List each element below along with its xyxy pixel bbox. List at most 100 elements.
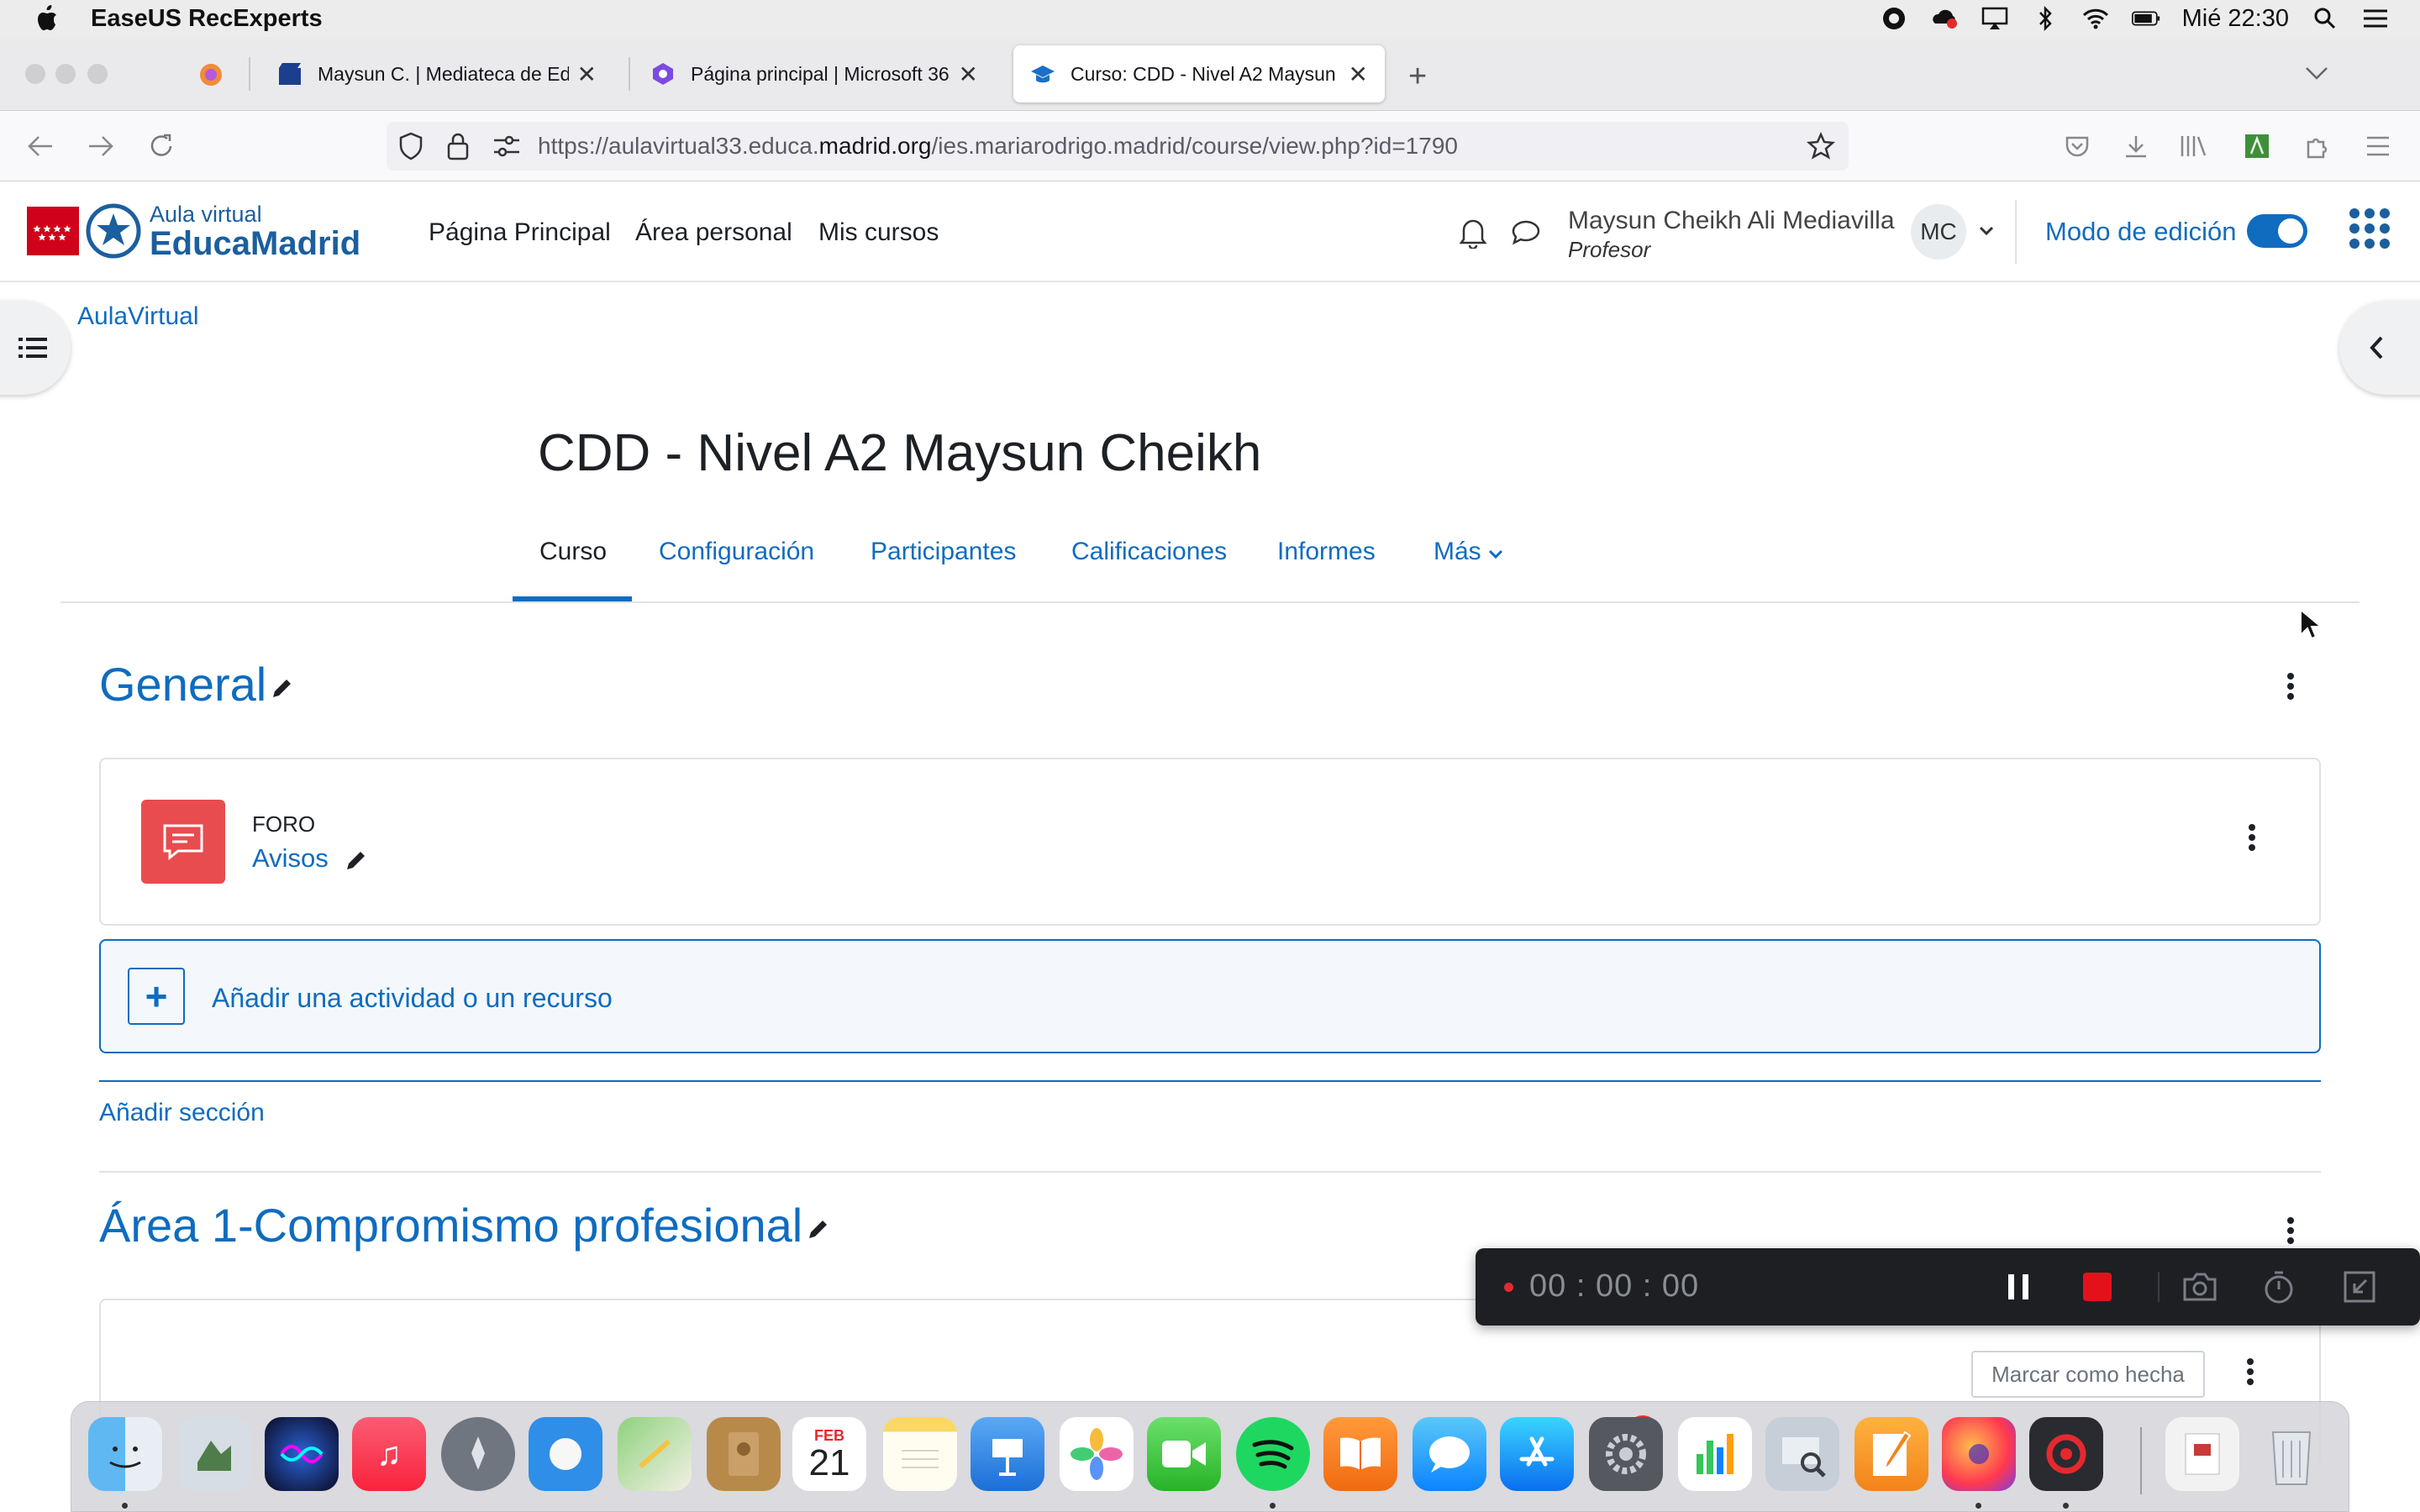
timer-stopwatch-icon[interactable]	[2259, 1267, 2299, 1307]
edit-pencil-icon[interactable]	[270, 675, 295, 701]
window-close-button[interactable]	[25, 64, 45, 84]
back-arrow-icon[interactable]	[22, 128, 59, 165]
section-title-general[interactable]: General	[99, 657, 295, 711]
edit-mode-label[interactable]: Modo de edición	[2045, 217, 2237, 247]
bookmark-star-icon[interactable]	[1807, 131, 1835, 166]
tab-participantes[interactable]: Participantes	[871, 538, 1016, 566]
dock-firefox-icon[interactable]	[1942, 1417, 2016, 1491]
tab-mediateca[interactable]: Maysun C. | Mediateca de Educa ✕	[260, 45, 613, 102]
comunidad-madrid-flag-logo[interactable]	[27, 207, 79, 255]
dock-trash-icon[interactable]	[2254, 1417, 2328, 1491]
pause-icon[interactable]	[1998, 1267, 2039, 1307]
screenshot-camera-icon[interactable]	[2180, 1267, 2220, 1307]
tracking-shield-icon[interactable]	[398, 132, 424, 166]
firefox-view-icon[interactable]	[198, 62, 224, 87]
url-text[interactable]: https://aulavirtual33.educa.madrid.org/i…	[538, 133, 1458, 160]
course-index-drawer-toggle[interactable]	[0, 301, 71, 395]
bluetooth-icon[interactable]	[2031, 4, 2060, 33]
logo-aula-virtual-text[interactable]: Aula virtual	[150, 202, 262, 228]
section-title-area-1[interactable]: Área 1-Compromismo profesional	[99, 1198, 831, 1252]
user-menu-chevron-down-icon[interactable]	[1978, 225, 1995, 241]
add-activity-button[interactable]: + Añadir una actividad o un recurso	[99, 939, 2321, 1053]
spotlight-icon[interactable]	[2311, 4, 2339, 33]
edit-pencil-icon[interactable]	[344, 848, 369, 873]
user-full-name[interactable]: Maysun Cheikh Ali Mediavilla	[1568, 207, 1895, 235]
dock-pages-icon[interactable]	[1854, 1417, 1928, 1491]
section-menu-kebab-icon[interactable]	[2286, 670, 2296, 704]
dock-contacts-icon[interactable]	[707, 1417, 781, 1491]
dock-messages-icon[interactable]	[1413, 1417, 1486, 1491]
dock-recexperts-icon[interactable]	[2029, 1417, 2103, 1491]
airplay-icon[interactable]	[1981, 4, 2009, 33]
tab-configuracion[interactable]: Configuración	[659, 538, 814, 566]
tab-calificaciones[interactable]: Calificaciones	[1071, 538, 1227, 566]
wifi-icon[interactable]	[2081, 4, 2110, 33]
close-tab-icon[interactable]: ✕	[959, 60, 978, 88]
educamadrid-star-logo-icon[interactable]	[86, 203, 141, 259]
activity-menu-kebab-icon[interactable]	[2247, 822, 2257, 855]
forum-icon[interactable]	[141, 800, 225, 884]
hamburger-menu-icon[interactable]	[2360, 128, 2396, 165]
dock-music-icon[interactable]: ♫	[352, 1417, 426, 1491]
apps-grid-icon[interactable]	[2348, 207, 2391, 250]
creative-cloud-icon[interactable]	[1930, 4, 1959, 33]
logo-educamadrid-text[interactable]: EducaMadrid	[150, 225, 360, 263]
new-tab-icon[interactable]: +	[1408, 59, 1427, 95]
dock-books-icon[interactable]	[1323, 1417, 1397, 1491]
tab-curso-active[interactable]: Curso: CDD - Nivel A2 Maysun C ✕	[1013, 45, 1385, 102]
edit-mode-toggle[interactable]	[2247, 214, 2307, 248]
apple-icon[interactable]	[34, 4, 59, 33]
close-tab-icon[interactable]: ✕	[1349, 60, 1368, 88]
dock-siri-icon[interactable]	[265, 1417, 339, 1491]
extensions-puzzle-icon[interactable]	[2299, 128, 2336, 165]
minimize-widget-icon[interactable]	[2339, 1267, 2380, 1307]
user-avatar[interactable]: MC	[1911, 204, 1966, 260]
tab-mas[interactable]: Más	[1434, 538, 1503, 566]
active-app-name[interactable]: EaseUS RecExperts	[91, 5, 323, 33]
dock-system-preferences-icon[interactable]	[1589, 1417, 1663, 1491]
downloads-icon[interactable]	[2118, 128, 2154, 165]
pocket-icon[interactable]	[2059, 128, 2096, 165]
dock-launchpad-icon[interactable]	[441, 1417, 515, 1491]
forward-arrow-icon[interactable]	[82, 128, 119, 165]
address-bar[interactable]: https://aulavirtual33.educa.madrid.org/i…	[387, 122, 1849, 171]
tab-microsoft365[interactable]: Página principal | Microsoft 365 ✕	[634, 45, 995, 102]
nav-mis-cursos[interactable]: Mis cursos	[818, 218, 939, 247]
menubar-clock[interactable]: Mié 22:30	[2182, 5, 2289, 33]
mark-as-done-button[interactable]: Marcar como hecha	[1971, 1351, 2205, 1398]
list-all-tabs-icon[interactable]	[2304, 66, 2329, 85]
block-drawer-toggle[interactable]	[2339, 301, 2420, 395]
add-section-link[interactable]: Añadir sección	[99, 1099, 265, 1127]
dock-document-icon[interactable]	[2165, 1417, 2239, 1491]
window-minimize-button[interactable]	[55, 64, 76, 84]
activity-link-avisos[interactable]: Avisos	[252, 843, 369, 874]
library-icon[interactable]	[2175, 128, 2212, 165]
dock-numbers-icon[interactable]	[1678, 1417, 1752, 1491]
dock-spotify-icon[interactable]	[1236, 1417, 1310, 1491]
dock-facetime-icon[interactable]	[1147, 1417, 1221, 1491]
dock-app-store-icon[interactable]	[1500, 1417, 1574, 1491]
stop-icon[interactable]	[2077, 1267, 2118, 1307]
section-menu-kebab-icon[interactable]	[2286, 1215, 2296, 1248]
nav-area-personal[interactable]: Área personal	[635, 218, 792, 247]
tab-curso[interactable]: Curso	[539, 538, 607, 566]
lock-icon[interactable]	[447, 132, 469, 166]
messages-bubble-icon[interactable]	[1511, 218, 1541, 251]
dock-preview-viewer-icon[interactable]	[1765, 1417, 1839, 1491]
dock-preview-icon[interactable]	[177, 1417, 251, 1491]
extension-green-icon[interactable]	[2238, 128, 2275, 165]
close-tab-icon[interactable]: ✕	[577, 60, 597, 88]
dock-notes-icon[interactable]	[883, 1417, 957, 1491]
reload-icon[interactable]	[143, 128, 180, 165]
notifications-bell-icon[interactable]	[1459, 217, 1487, 253]
dock-finder-icon[interactable]	[88, 1417, 162, 1491]
dock-maps-icon[interactable]	[618, 1417, 692, 1491]
activity-menu-kebab-icon[interactable]	[2245, 1356, 2255, 1389]
dock-safari-icon[interactable]	[529, 1417, 602, 1491]
dock-keynote-icon[interactable]	[971, 1417, 1044, 1491]
dock-photos-icon[interactable]	[1060, 1417, 1134, 1491]
battery-icon[interactable]	[2131, 4, 2160, 33]
dock-calendar-icon[interactable]: FEB 21	[792, 1417, 866, 1491]
tab-informes[interactable]: Informes	[1277, 538, 1376, 566]
edit-pencil-icon[interactable]	[806, 1216, 831, 1242]
